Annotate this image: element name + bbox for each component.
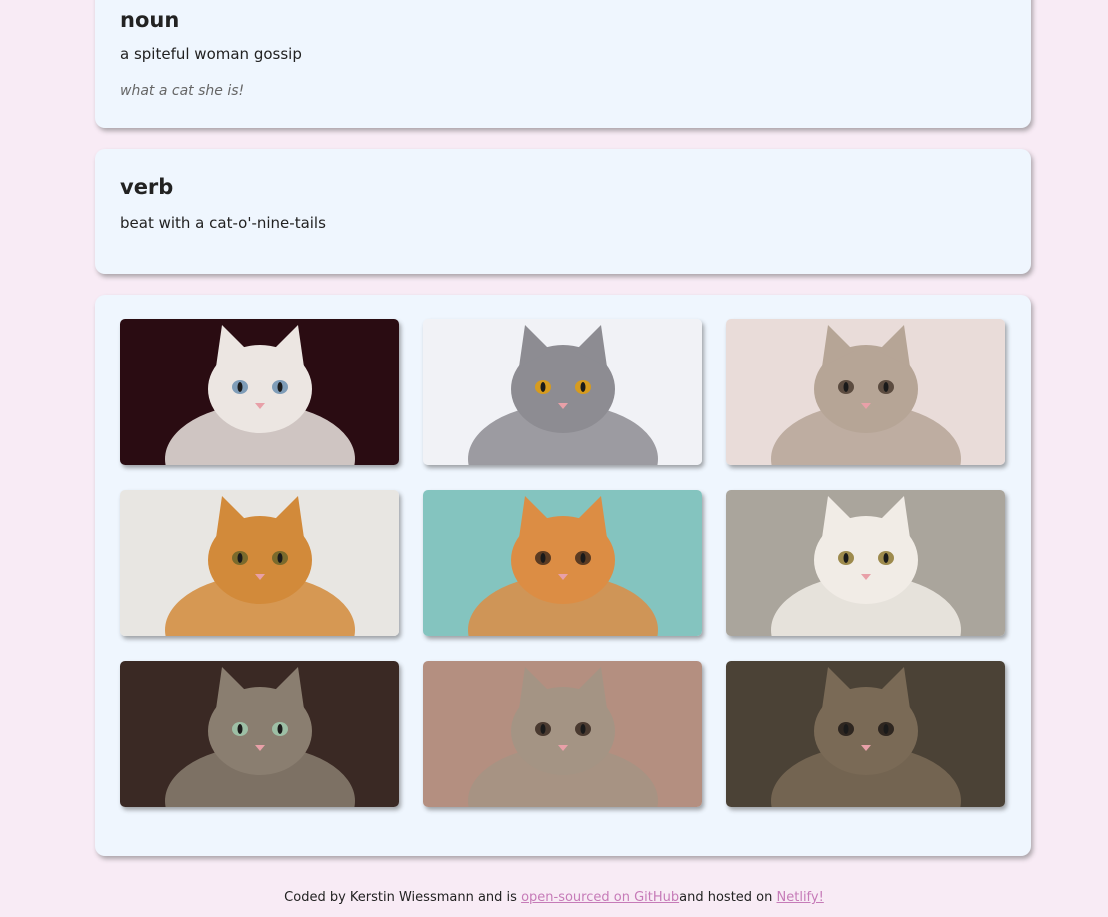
cat-photo [423, 490, 702, 636]
cat-photo-image [423, 661, 702, 807]
noun-definition-text: a spiteful woman gossip [120, 45, 302, 63]
cat-photo [120, 490, 399, 636]
cat-photo-image [726, 319, 1005, 465]
cat-photo [423, 661, 702, 807]
noun-example-text: what a cat she is! [120, 83, 245, 99]
netlify-link[interactable]: Netlify! [777, 890, 824, 905]
cat-photo [726, 661, 1005, 807]
cat-photo [120, 661, 399, 807]
cat-photo-image [423, 319, 702, 465]
noun-definition-card: noun a spiteful woman gossip what a cat … [95, 0, 1031, 128]
cat-photo-image [120, 490, 399, 636]
cat-photo-image [726, 661, 1005, 807]
cat-photo [726, 490, 1005, 636]
verb-heading: verb [120, 175, 174, 199]
cat-photo-gallery [95, 295, 1031, 856]
cat-photo [120, 319, 399, 465]
verb-definition-text: beat with a cat-o'-nine-tails [120, 214, 326, 232]
cat-photo-image [726, 490, 1005, 636]
cat-photo [726, 319, 1005, 465]
noun-heading: noun [120, 8, 180, 32]
cat-photo [423, 319, 702, 465]
cat-photo-image [120, 319, 399, 465]
github-link[interactable]: open-sourced on GitHub [521, 890, 679, 905]
verb-definition-card: verb beat with a cat-o'-nine-tails [95, 149, 1031, 274]
footer-credit-text: Coded by Kerstin Wiessmann and is [284, 890, 522, 905]
photo-grid [120, 319, 1005, 807]
page-footer: Coded by Kerstin Wiessmann and is open-s… [0, 890, 1108, 905]
footer-hosted-text: and hosted on [679, 890, 777, 905]
cat-photo-image [423, 490, 702, 636]
cat-photo-image [120, 661, 399, 807]
